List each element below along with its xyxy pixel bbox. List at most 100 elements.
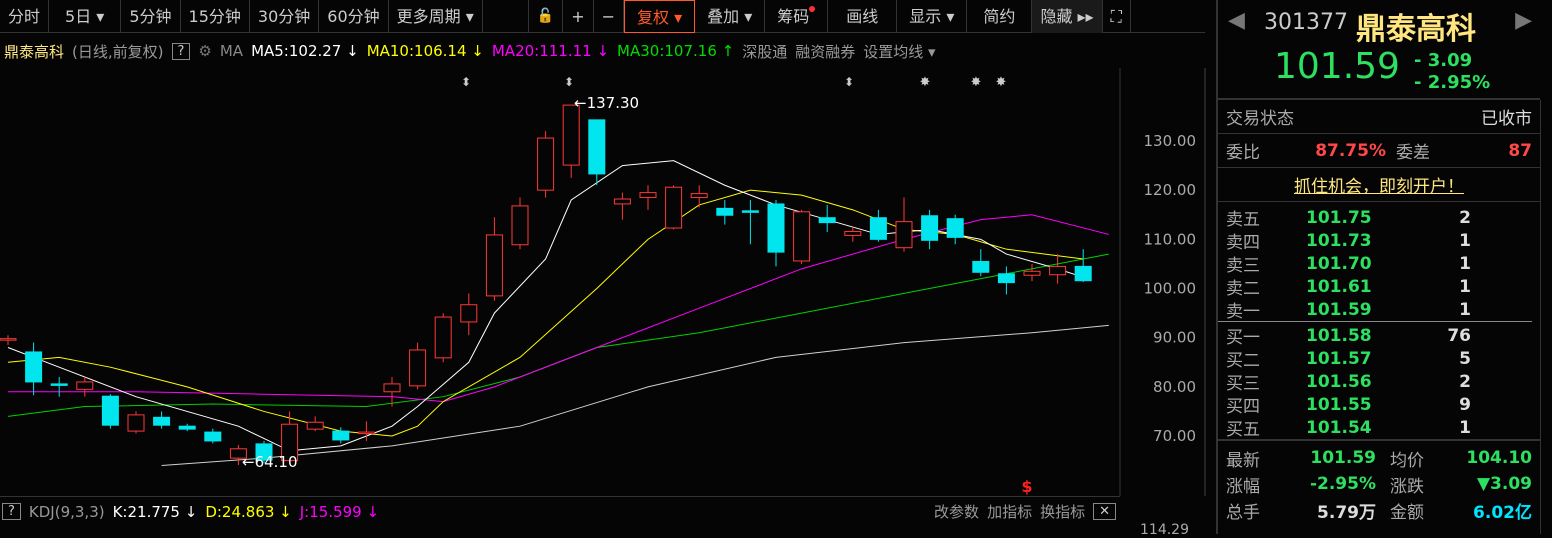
prev-stock-icon[interactable]: ◀ [1228,8,1245,33]
candle[interactable] [588,119,606,186]
event-marker-icon[interactable]: ⬍ [564,75,574,89]
candle[interactable] [306,416,324,432]
candle[interactable] [562,104,580,178]
candle[interactable] [50,377,68,397]
kdj-name: KDJ(9,3,3) [28,502,105,521]
candle[interactable] [537,131,555,198]
stat-value: 101.59 [1310,448,1376,468]
candle[interactable] [639,185,657,210]
candle[interactable] [793,209,811,264]
lock-icon[interactable]: 🔓 [527,0,564,33]
stock-name: 鼎泰高科 [4,42,65,61]
dollar-marker[interactable]: $ [1021,477,1032,496]
star-marker-icon[interactable]: ✸ [996,75,1007,90]
ask-book: 卖五 101.75 2 卖四 101.73 1 卖三 101.70 1 卖二 101.61 1 卖一 10… [1218,202,1532,322]
set-ma-dropdown[interactable]: 设置均线 ▾ [863,41,935,62]
overlay-dropdown[interactable]: 叠加 ▾ [695,0,766,33]
help-button[interactable]: ? [171,42,191,60]
candle[interactable] [511,197,529,250]
candle[interactable] [1074,249,1092,283]
display-dropdown[interactable]: 显示 ▾ [897,0,968,33]
fullscreen-icon[interactable]: ⛶ [1103,0,1131,33]
candle[interactable] [1023,263,1041,282]
candle[interactable] [844,227,862,242]
change-params-button[interactable]: 改参数 [934,501,979,522]
tab-30min[interactable]: 30分钟 [250,0,320,33]
level-price: 101.73 [1306,230,1372,251]
level-volume: 76 [1447,325,1471,346]
stat-row: 总手 5.79万 金额 6.02亿 [1218,497,1540,523]
candle-body [946,218,964,238]
candlestick-chart[interactable]: 130.00120.00110.00100.0090.0080.0070.00 … [0,68,1210,496]
candle[interactable] [997,266,1015,295]
kdj-indicator-bar: ? KDJ(9,3,3) K:21.775 ↓ D:24.863 ↓ J:15.… [0,496,1120,526]
y-tick-label: 120.00 [1144,181,1197,199]
candle[interactable] [921,209,939,250]
star-marker-icon[interactable]: ✸ [920,75,931,90]
close-indicator-button[interactable]: ✕ [1093,503,1116,520]
chips-button[interactable]: 筹码 [765,0,829,33]
level-label: 卖五 [1226,210,1260,230]
candle-body [178,425,196,430]
simple-mode-button[interactable]: 简约 [967,0,1033,33]
candle[interactable] [716,200,734,225]
candle[interactable] [0,335,17,346]
candle[interactable] [741,200,759,245]
event-marker-icon[interactable]: ⬍ [844,75,854,89]
candle-body [101,395,119,426]
switch-indicator-button[interactable]: 换指标 [1040,501,1085,522]
candle[interactable] [101,394,119,429]
candle[interactable] [895,197,913,252]
sgt-link[interactable]: 深股通 [742,41,787,62]
tab-5day[interactable]: 5日 ▾ [49,0,122,33]
stat-label: 金额 [1390,502,1424,523]
candle[interactable] [665,185,683,230]
candle[interactable] [485,217,503,301]
candle[interactable] [869,209,887,242]
candle-body [460,304,478,323]
fuquan-dropdown[interactable]: 复权 ▾ [624,0,696,33]
candle[interactable] [690,185,708,208]
candle[interactable] [153,411,171,429]
star-marker-icon[interactable]: ✸ [971,75,982,90]
zoom-in-button[interactable]: + [563,0,594,33]
next-stock-icon[interactable]: ▶ [1515,8,1532,33]
candle[interactable] [204,428,222,444]
candle[interactable] [434,313,452,363]
tab-60min[interactable]: 60分钟 [319,0,389,33]
level-label: 卖四 [1226,233,1260,253]
candle[interactable] [76,377,94,397]
gear-icon[interactable]: ⚙ [198,42,211,60]
candle[interactable] [127,411,145,434]
candle[interactable] [409,342,427,390]
candle[interactable] [25,342,43,396]
tab-fenshi[interactable]: 分时 [0,0,50,33]
candle[interactable] [178,423,196,432]
ma5-line [7,160,1084,452]
trade-status: 已收市 [1481,109,1532,129]
stat-value: 6.02亿 [1473,502,1532,523]
level-label: 买三 [1226,374,1260,394]
tab-5min[interactable]: 5分钟 [121,0,181,33]
event-marker-icon[interactable]: ⬍ [461,75,471,89]
draw-line-button[interactable]: 画线 [828,0,898,33]
candle[interactable] [1049,254,1067,284]
level-price: 101.54 [1306,417,1372,438]
candle[interactable] [972,249,990,277]
candle[interactable] [946,214,964,245]
candle[interactable] [460,293,478,336]
candle[interactable] [767,200,785,267]
level-price: 101.75 [1306,207,1372,228]
candle[interactable] [818,204,836,232]
margin-link[interactable]: 融资融券 [795,41,855,62]
stock-title: 鼎泰高科 [1356,12,1476,47]
candle[interactable] [613,192,631,220]
open-account-link[interactable]: 抓住机会，即刻开户！ [1294,172,1464,197]
stat-value: 104.10 [1466,448,1532,468]
kdj-help-button[interactable]: ? [2,503,21,520]
more-periods-dropdown[interactable]: 更多周期 ▾ [389,0,483,33]
hide-button[interactable]: 隐藏 ▸▸ [1032,0,1103,33]
zoom-out-button[interactable]: − [594,0,625,33]
tab-15min[interactable]: 15分钟 [181,0,250,33]
add-indicator-button[interactable]: 加指标 [987,501,1032,522]
